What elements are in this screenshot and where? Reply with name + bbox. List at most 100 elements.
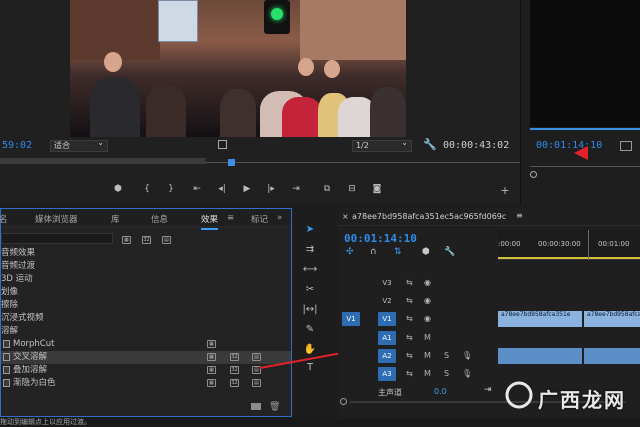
tab-libraries[interactable]: 库 [111,213,120,225]
export-frame-icon[interactable] [620,141,632,151]
camera-icon[interactable]: ◙ [370,184,384,194]
trash-icon[interactable]: 🗑 [269,402,280,412]
slip-tool-icon[interactable]: |↔| [302,302,318,318]
razor-tool-icon[interactable]: ✂ [302,282,318,298]
track-area-a2 [498,347,640,365]
32bit-filter-icon[interactable]: 32 [142,236,151,244]
ripple-edit-tool-icon[interactable]: ⟷ [302,262,318,278]
selection-tool-icon[interactable]: ➤ [302,222,318,238]
eye-icon[interactable]: ◉ [424,278,431,287]
mark-out-icon[interactable]: } [164,184,178,194]
tabs-overflow-icon[interactable]: » [277,213,282,223]
marker-icon[interactable]: ⬢ [111,184,125,194]
list-item[interactable]: 沉浸式视频 [1,312,291,325]
solo-button[interactable]: S [444,351,449,360]
work-area-bar[interactable] [498,257,640,259]
program-scrub-bar[interactable] [0,155,520,167]
quality-dropdown[interactable]: 1/2 [352,138,412,152]
sync-lock-icon[interactable]: ⇆ [406,351,413,360]
pen-tool-icon[interactable]: ✎ [302,322,318,338]
transition-icon [3,353,10,361]
new-folder-icon[interactable] [251,403,261,410]
tab-info[interactable]: 信息 [151,213,168,225]
list-item[interactable]: 渐隐为白色 ▦ 32 ▤ [1,377,291,390]
lift-icon[interactable]: ⧉ [320,184,334,194]
track-header-a2: A2 ⇆ M S 🎙 [338,347,498,365]
program-playhead[interactable] [228,159,235,166]
mute-button[interactable]: M [424,351,431,360]
tab-project[interactable]: 名 [0,213,8,225]
tab-media-browser[interactable]: 媒体浏览器 [35,213,78,225]
list-item[interactable]: 叠加溶解 ▦ 32 ▤ [1,364,291,377]
go-to-end-icon[interactable]: ⇥ [484,385,492,395]
track-label[interactable]: V3 [378,276,396,290]
list-item[interactable]: 音频过渡 [1,260,291,273]
linked-selection-icon[interactable]: ∩ [370,247,377,257]
list-item[interactable]: 溶解 [1,325,291,338]
timeline-marker-icon[interactable]: ⬢ [422,247,430,257]
type-tool-icon[interactable]: T [302,360,318,376]
tab-markers[interactable]: 标记 [251,213,268,225]
sync-lock-icon[interactable]: ⇆ [406,369,413,378]
mute-button[interactable]: M [424,369,431,378]
track-header-v3: V3 ⇆ ◉ [338,274,498,292]
play-icon[interactable]: ▶ [240,184,254,194]
extract-icon[interactable]: ⊟ [345,184,359,194]
track-select-tool-icon[interactable]: ⇉ [302,242,318,258]
list-item[interactable]: 擦除 [1,299,291,312]
eye-icon[interactable]: ◉ [424,296,431,305]
time-ruler[interactable]: :00:00 00:00:30:00 00:01:00 [498,230,640,260]
snap-icon[interactable]: ✣ [346,247,354,257]
wrench-icon[interactable]: 🔧 [423,138,437,151]
track-label[interactable]: A1 [378,331,396,345]
step-forward-icon[interactable]: |▸ [264,184,278,194]
master-volume-value[interactable]: 0.0 [434,387,447,396]
go-to-out-icon[interactable]: ⇥ [289,184,303,194]
list-item[interactable]: 3D 运动 [1,273,291,286]
track-label[interactable]: V2 [378,294,396,308]
list-item[interactable]: MorphCut ▦ [1,338,291,351]
accelerated-filter-icon[interactable]: ▦ [122,236,131,244]
source-monitor-frame [530,0,640,127]
microphone-icon[interactable]: 🎙 [462,351,472,360]
eye-icon[interactable]: ◉ [424,314,431,323]
source-scrub-bar[interactable] [530,166,640,167]
mark-in-icon[interactable]: { [140,184,154,194]
settings-square-icon[interactable] [218,140,227,149]
sync-lock-icon[interactable]: ⇆ [406,314,413,323]
hand-tool-icon[interactable]: ✋ [302,342,318,358]
list-item-selected[interactable]: 交叉溶解 ▦ 32 ▤ [1,351,291,364]
sync-lock-icon[interactable]: ⇆ [406,333,413,342]
timeline-settings-icon[interactable]: 🔧 [444,247,455,257]
close-icon[interactable]: × [342,212,349,221]
sequence-tab[interactable]: a78ee7bd958afca351ec5ac965fd069c [352,212,506,221]
video-clip[interactable]: a78ee7bd958afca351ec5 [584,311,640,327]
video-clip[interactable]: a78ee7bd958afca351e [498,311,582,327]
audio-clip[interactable] [498,348,582,364]
tab-menu-icon[interactable]: ≡ [227,213,234,223]
zoom-dropdown[interactable]: 适合 [50,138,108,152]
solo-button[interactable]: S [444,369,449,378]
source-playhead-circle[interactable] [530,171,537,178]
tab-effects[interactable]: 效果 [201,213,219,230]
list-item[interactable]: 音频效果 [1,247,291,260]
timeline-timecode[interactable]: 00:01:14:10 [344,232,417,245]
add-button-icon[interactable]: + [498,184,512,197]
microphone-icon[interactable]: 🎙 [462,369,472,378]
effects-search-input[interactable] [1,233,113,244]
list-item[interactable]: 划像 [1,286,291,299]
sequence-menu-icon[interactable]: ≡ [516,211,523,220]
yuv-filter-icon[interactable]: ▤ [162,236,171,244]
step-back-icon[interactable]: ◂| [215,184,229,194]
track-label[interactable]: A2 [378,349,396,363]
sync-lock-icon[interactable]: ⇆ [406,278,413,287]
source-patch-v1[interactable]: V1 [342,312,360,326]
track-label[interactable]: V1 [378,312,396,326]
audio-clip[interactable] [584,348,640,364]
track-label[interactable]: A3 [378,367,396,381]
mute-button[interactable]: M [424,333,431,342]
add-edit-icon[interactable]: ⇅ [394,247,402,257]
playhead-line [588,230,589,260]
sync-lock-icon[interactable]: ⇆ [406,296,413,305]
go-to-in-icon[interactable]: ⇤ [190,184,204,194]
